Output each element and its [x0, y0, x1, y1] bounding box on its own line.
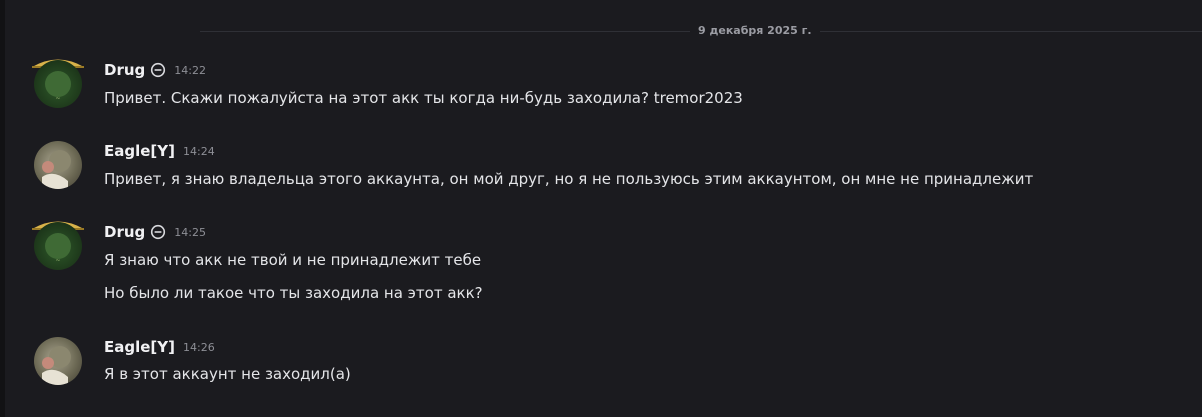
- message-text[interactable]: Я в этот аккаунт не заходил(а): [104, 364, 351, 384]
- timestamp[interactable]: 14:24: [183, 142, 215, 162]
- date-label: 9 декабря 2025 г.: [690, 24, 820, 38]
- timestamp[interactable]: 14:26: [183, 338, 215, 358]
- username[interactable]: Drug: [104, 60, 145, 80]
- username[interactable]: Eagle[Y]: [104, 337, 175, 357]
- do-not-disturb-icon: [151, 224, 166, 240]
- avatar[interactable]: ~: [34, 60, 82, 108]
- message-header: Eagle[Y] 14:26: [104, 337, 215, 357]
- message-text[interactable]: Я знаю что акк не твой и не принадлежит …: [104, 250, 481, 270]
- avatar[interactable]: [34, 141, 82, 189]
- svg-text:~: ~: [55, 95, 60, 102]
- chat-view: 9 декабря 2025 г. ~ Drug 14:22 Привет. С…: [0, 0, 1202, 417]
- date-divider: 9 декабря 2025 г.: [0, 24, 1202, 38]
- avatar[interactable]: ~: [34, 222, 82, 270]
- username[interactable]: Drug: [104, 222, 145, 242]
- timestamp[interactable]: 14:25: [174, 223, 206, 243]
- left-edge: [0, 0, 5, 417]
- message-text[interactable]: Привет, я знаю владельца этого аккаунта,…: [104, 169, 1033, 189]
- message-header: Drug 14:22: [104, 60, 206, 80]
- message-header: Drug 14:25: [104, 222, 206, 242]
- message-text[interactable]: Привет. Скажи пожалуйста на этот акк ты …: [104, 88, 743, 108]
- message-header: Eagle[Y] 14:24: [104, 141, 215, 161]
- message-text[interactable]: Но было ли такое что ты заходила на этот…: [104, 283, 483, 303]
- username[interactable]: Eagle[Y]: [104, 141, 175, 161]
- svg-text:~: ~: [55, 257, 60, 264]
- timestamp[interactable]: 14:22: [174, 61, 206, 81]
- avatar[interactable]: [34, 337, 82, 385]
- do-not-disturb-icon: [151, 62, 166, 78]
